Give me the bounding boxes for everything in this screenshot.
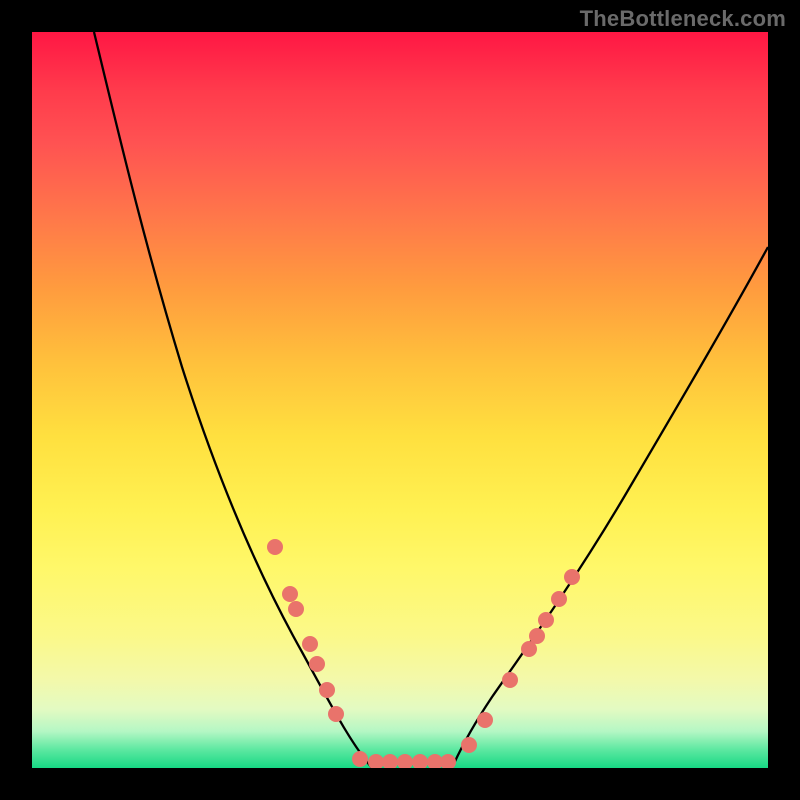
left-curve — [94, 32, 372, 768]
data-dot — [288, 601, 304, 617]
data-dot — [551, 591, 567, 607]
data-dot — [328, 706, 344, 722]
data-dot — [538, 612, 554, 628]
dot-layer — [267, 539, 580, 768]
chart-frame: TheBottleneck.com — [0, 0, 800, 800]
data-dot — [267, 539, 283, 555]
data-dot — [529, 628, 545, 644]
brand-label: TheBottleneck.com — [580, 6, 786, 32]
data-dot — [382, 754, 398, 768]
data-dot — [352, 751, 368, 767]
data-dot — [440, 754, 456, 768]
chart-svg — [32, 32, 768, 768]
data-dot — [461, 737, 477, 753]
data-dot — [319, 682, 335, 698]
data-dot — [564, 569, 580, 585]
data-dot — [502, 672, 518, 688]
data-dot — [368, 754, 384, 768]
data-dot — [282, 586, 298, 602]
data-dot — [302, 636, 318, 652]
data-dot — [412, 754, 428, 768]
right-curve — [452, 247, 768, 768]
data-dot — [309, 656, 325, 672]
plot-area — [32, 32, 768, 768]
data-dot — [477, 712, 493, 728]
data-dot — [397, 754, 413, 768]
